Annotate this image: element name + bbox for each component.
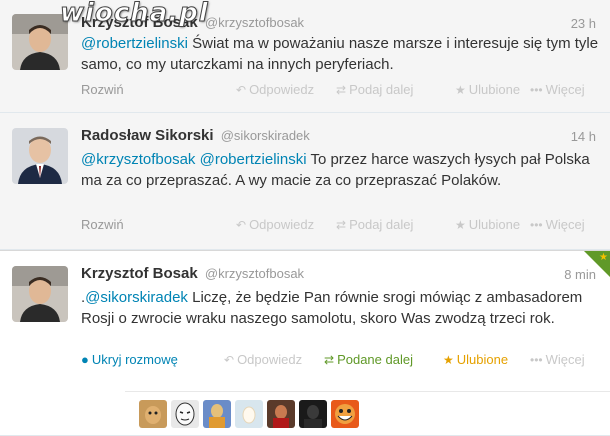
reply-button[interactable]: ↶ Odpowiedz [236, 82, 314, 97]
retweeter-avatar[interactable] [331, 400, 359, 428]
hide-conversation-link[interactable]: ● Ukryj rozmowę [81, 352, 178, 367]
tweet-actions: Rozwiń ↶ Odpowiedz ⇄ Podaj dalej ★ Ulubione… [81, 82, 596, 100]
retweeter-avatar[interactable] [203, 400, 231, 428]
retweeter-avatar[interactable] [171, 400, 199, 428]
more-button[interactable]: ••• Więcej [530, 82, 585, 97]
favorite-button[interactable]: ★ Ulubione [455, 82, 520, 97]
favorite-label: Ulubione [456, 352, 509, 367]
more-button[interactable]: ••• Więcej [530, 217, 585, 232]
star-icon: ★ [443, 353, 454, 367]
retweet-label: Podaj dalej [349, 217, 414, 232]
tweet-header: Radosław Sikorski @sikorskiradek [81, 127, 310, 145]
star-icon: ★ [455, 83, 466, 97]
retweeter-avatar[interactable] [267, 400, 295, 428]
tweet-text: @robertzielinski Świat ma w poważaniu na… [81, 33, 601, 75]
retweeter-avatar[interactable] [235, 400, 263, 428]
timestamp[interactable]: 23 h [571, 16, 596, 31]
tweet-text: @krzysztofbosak @robertzielinski To prze… [81, 149, 601, 191]
tweet-actions: ● Ukryj rozmowę ↶ Odpowiedz ⇄ Podane dalej … [81, 352, 596, 370]
author-handle[interactable]: @krzysztofbosak [205, 266, 304, 281]
more-dots-icon: ••• [530, 218, 543, 232]
timestamp[interactable]: 8 min [564, 267, 596, 282]
avatar[interactable] [12, 128, 68, 184]
tweet-actions: Rozwiń ↶ Odpowiedz ⇄ Podaj dalej ★ Ulubione… [81, 217, 596, 235]
retweet-label: Podane dalej [337, 352, 413, 367]
mention-link[interactable]: @robertzielinski [81, 35, 188, 52]
retweet-icon: ⇄ [324, 353, 335, 367]
favorite-button[interactable]: ★ Ulubione [455, 217, 520, 232]
reply-label: Odpowiedz [249, 82, 315, 97]
favorite-button[interactable]: ★ Ulubione [443, 352, 508, 367]
retweet-button[interactable]: ⇄ Podaj dalej [336, 217, 413, 232]
more-dots-icon: ••• [530, 353, 543, 367]
watermark: wiocha.pl [60, 0, 209, 29]
more-label: Więcej [545, 352, 585, 367]
tweet-header: Krzysztof Bosak @krzysztofbosak [81, 265, 304, 283]
star-icon: ★ [455, 218, 466, 232]
reply-icon: ↶ [236, 83, 247, 97]
retweet-button[interactable]: ⇄ Podane dalej [324, 352, 413, 367]
reply-icon: ↶ [236, 218, 247, 232]
mention-link[interactable]: @robertzielinski [200, 151, 307, 168]
reply-label: Odpowiedz [249, 217, 315, 232]
timestamp[interactable]: 14 h [571, 129, 596, 144]
more-dots-icon: ••• [530, 83, 543, 97]
retweeter-avatar[interactable] [139, 400, 167, 428]
favorite-label: Ulubione [468, 82, 521, 97]
author-handle[interactable]: @krzysztofbosak [205, 15, 304, 30]
reply-icon: ↶ [224, 353, 235, 367]
reply-label: Odpowiedz [237, 352, 303, 367]
retweeter-avatar[interactable] [299, 400, 327, 428]
author-handle[interactable]: @sikorskiradek [221, 128, 310, 143]
reply-button[interactable]: ↶ Odpowiedz [224, 352, 302, 367]
retweet-label: Podaj dalej [349, 82, 414, 97]
more-button[interactable]: ••• Więcej [530, 352, 585, 367]
retweeters-row [125, 391, 610, 435]
mention-link[interactable]: @krzysztofbosak [81, 151, 195, 168]
star-icon: ★ [599, 252, 608, 263]
more-label: Więcej [545, 217, 585, 232]
more-label: Więcej [545, 82, 585, 97]
reply-button[interactable]: ↶ Odpowiedz [236, 217, 314, 232]
author-name[interactable]: Krzysztof Bosak [81, 265, 198, 282]
tweet-text: .@sikorskiradek Liczę, że będzie Pan rów… [81, 287, 601, 329]
avatar[interactable] [12, 266, 68, 322]
tweet[interactable]: Radosław Sikorski @sikorskiradek 14 h @k… [0, 113, 610, 250]
retweet-button[interactable]: ⇄ Podaj dalej [336, 82, 413, 97]
expand-link[interactable]: Rozwiń [81, 82, 124, 97]
retweet-icon: ⇄ [336, 83, 347, 97]
tweet[interactable]: ★ Krzysztof Bosak @krzysztofbosak 8 min … [0, 250, 610, 436]
expand-link[interactable]: Rozwiń [81, 217, 124, 232]
retweet-icon: ⇄ [336, 218, 347, 232]
mention-link[interactable]: @sikorskiradek [85, 289, 188, 306]
hide-conversation-label: Ukryj rozmowę [91, 352, 178, 367]
speech-bubble-icon: ● [81, 352, 89, 367]
favorite-label: Ulubione [468, 217, 521, 232]
author-name[interactable]: Radosław Sikorski [81, 127, 214, 144]
